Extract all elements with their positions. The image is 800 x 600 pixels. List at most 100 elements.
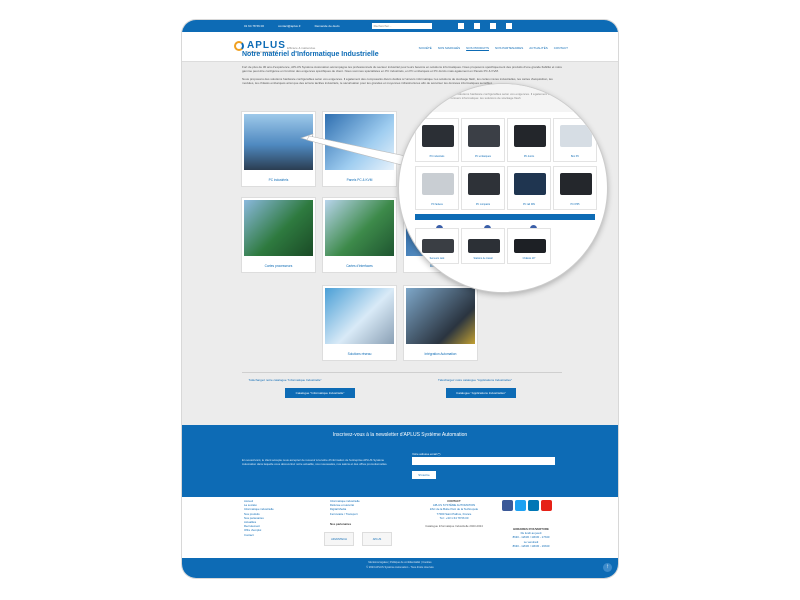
card-label: Intégration Automation bbox=[424, 352, 457, 356]
quote-link[interactable]: Demande de devis bbox=[315, 24, 340, 28]
facebook-icon[interactable] bbox=[502, 500, 513, 511]
logo[interactable]: APLUS SYSTÈME AUTOMATION bbox=[234, 40, 286, 54]
partner-aplus-logo[interactable]: APLUS bbox=[362, 532, 392, 546]
card-integration-automation[interactable]: Intégration Automation bbox=[403, 285, 478, 361]
zoom-product[interactable]: PC embarqués bbox=[461, 118, 505, 162]
nav-actualites[interactable]: ACTUALITÉS bbox=[529, 46, 548, 50]
logo-text: APLUS bbox=[247, 40, 286, 51]
product-image bbox=[422, 239, 454, 253]
card-label: Cartes d'interfaces bbox=[346, 264, 373, 268]
footer-hours: HORAIRES D'OUVERTURE Du lundi au jeudi 8… bbox=[504, 527, 558, 548]
zoom-product-label: PC rail DIN bbox=[523, 203, 535, 206]
page-title: Notre matériel d'Informatique Industriel… bbox=[242, 51, 379, 58]
card-label: Solutions réseau bbox=[347, 352, 372, 356]
newsletter-email-input[interactable] bbox=[412, 457, 555, 465]
footer-link[interactable]: Informatique industrielle bbox=[244, 507, 274, 511]
newsletter-title: Inscrivez-vous à la newsletter d'APLUS S… bbox=[332, 432, 468, 438]
zoom-product[interactable]: Serveurs rack bbox=[415, 228, 459, 264]
zoom-product-label: PC IP65 bbox=[570, 203, 580, 206]
newsletter-text: En souscrivant, le client accepte nous a… bbox=[242, 458, 388, 466]
network-switch-image bbox=[325, 288, 394, 344]
zoom-product[interactable]: PC rail DIN bbox=[507, 166, 551, 210]
footer-social bbox=[502, 500, 552, 511]
zoom-pointer-arrow bbox=[300, 133, 416, 169]
card-cartes-processeurs[interactable]: Cartes processeurs bbox=[241, 197, 316, 273]
download-text-right: Téléchargez notre catalogue "Application… bbox=[437, 378, 512, 382]
product-image bbox=[422, 125, 454, 147]
footer-links-main: Accueil La société Informatique industri… bbox=[244, 499, 274, 537]
rack-image bbox=[406, 288, 475, 344]
zoom-product-label: PC fanless bbox=[431, 203, 443, 206]
zoom-header-text: Nous proposons des solutions hardware co… bbox=[399, 84, 607, 112]
partner-advantech-logo[interactable]: ADVANTECH bbox=[324, 532, 354, 546]
zoom-product-label: Box PC bbox=[570, 155, 580, 158]
zoom-section-bar bbox=[415, 214, 595, 220]
hours-line: 8h30 - 12h30 / 13h30 - 16h30 bbox=[512, 543, 550, 548]
processor-board-image bbox=[244, 200, 313, 256]
download-text-left: Téléchargez notre catalogue "Informatiqu… bbox=[248, 378, 322, 382]
zoom-product-label: Serveurs rack bbox=[429, 257, 445, 260]
newsletter-submit-button[interactable]: S'inscrire bbox=[412, 471, 436, 479]
partners-title: Nos partenaires bbox=[330, 521, 352, 526]
nav-contact[interactable]: CONTACT bbox=[554, 46, 568, 50]
intro-paragraph-1: Fort de plus de 30 ans d'expérience, APL… bbox=[242, 65, 562, 74]
product-image bbox=[514, 239, 546, 253]
contact-line: Tél : +33 1 64 78 56 00 bbox=[439, 515, 469, 520]
catalogue-applications-button[interactable]: Catalogue "Applications Industrielles" bbox=[446, 388, 516, 398]
header-tagline: Efficace & inattendue bbox=[287, 46, 316, 50]
zoom-product[interactable]: PC industriels bbox=[415, 118, 459, 162]
top-social bbox=[457, 23, 512, 29]
nav-partenaires[interactable]: NOS PARTENAIRES bbox=[495, 46, 523, 50]
linkedin-icon[interactable] bbox=[489, 23, 496, 29]
nav-marches[interactable]: NOS MARCHÉS bbox=[438, 46, 460, 50]
card-label: Cartes processeurs bbox=[264, 264, 293, 268]
product-image bbox=[560, 173, 592, 195]
facebook-icon[interactable] bbox=[457, 23, 464, 29]
twitter-icon[interactable] bbox=[515, 500, 526, 511]
zoom-product[interactable]: PC durcis bbox=[507, 118, 551, 162]
footer-link[interactable]: Contact bbox=[244, 533, 274, 537]
newsletter-section: Inscrivez-vous à la newsletter d'APLUS S… bbox=[182, 425, 618, 497]
catalogue-informatique-button[interactable]: Catalogue "Informatique Industrielle" bbox=[285, 388, 355, 398]
footer-link[interactable]: Ferroviaire / Transport bbox=[330, 512, 360, 516]
linkedin-icon[interactable] bbox=[528, 500, 539, 511]
phone-link[interactable]: 01 64 78 56 00 bbox=[244, 24, 264, 28]
newsletter-email-label: Votre adresse email (*) bbox=[412, 452, 441, 456]
section-divider bbox=[242, 372, 562, 373]
footer-contact: CONTACT APLUS SYSTÈME AUTOMATION ZAC de … bbox=[414, 499, 494, 528]
zoom-product-label: PC industriels bbox=[429, 155, 445, 158]
zoom-product[interactable]: Box PC bbox=[553, 118, 597, 162]
youtube-icon[interactable] bbox=[541, 500, 552, 511]
nav-societe[interactable]: SOCIÉTÉ bbox=[419, 46, 432, 50]
twitter-icon[interactable] bbox=[473, 23, 480, 29]
nav-produits[interactable]: NOS PRODUITS bbox=[466, 46, 489, 50]
card-solutions-reseau[interactable]: Solutions réseau bbox=[322, 285, 397, 361]
catalog-text: Catalogue Informatique Industrielle 2023… bbox=[425, 524, 483, 529]
zoom-product[interactable]: PC compacts bbox=[461, 166, 505, 210]
zoom-product[interactable]: PC fanless bbox=[415, 166, 459, 210]
card-label: Panels PC & KVM bbox=[346, 178, 373, 182]
email-link[interactable]: contact@aplus.fr bbox=[278, 24, 301, 28]
copyright-bar: Mentions légales | Politique de confiden… bbox=[182, 558, 618, 578]
main-nav: SOCIÉTÉ NOS MARCHÉS NOS PRODUITS NOS PAR… bbox=[419, 46, 568, 50]
zoom-product[interactable]: PC IP65 bbox=[553, 166, 597, 210]
footer-links-markets: Informatique industrielle Défense et séc… bbox=[330, 499, 360, 526]
product-image bbox=[468, 239, 500, 253]
zoom-magnifier: Nous proposons des solutions hardware co… bbox=[398, 83, 608, 293]
product-image bbox=[560, 125, 592, 147]
zoom-product-label: PC embarqués bbox=[475, 155, 491, 158]
zoom-product-label: PC compacts bbox=[475, 203, 491, 206]
zoom-product[interactable]: Châssis 19" bbox=[507, 228, 551, 264]
card-cartes-interfaces[interactable]: Cartes d'interfaces bbox=[322, 197, 397, 273]
search-input[interactable]: Rechercher... bbox=[371, 23, 432, 29]
product-image bbox=[468, 173, 500, 195]
zoom-product-label: Stations de travail bbox=[473, 257, 493, 260]
card-label: PC industriels bbox=[268, 178, 289, 182]
product-image bbox=[468, 125, 500, 147]
youtube-icon[interactable] bbox=[505, 23, 512, 29]
zoom-product-label: PC durcis bbox=[523, 155, 535, 158]
logo-mark-icon bbox=[234, 40, 244, 51]
top-bar: 01 64 78 56 00 contact@aplus.fr Demande … bbox=[182, 20, 618, 32]
zoom-product[interactable]: Stations de travail bbox=[461, 228, 505, 264]
back-to-top-icon[interactable]: ↑ bbox=[603, 563, 612, 572]
